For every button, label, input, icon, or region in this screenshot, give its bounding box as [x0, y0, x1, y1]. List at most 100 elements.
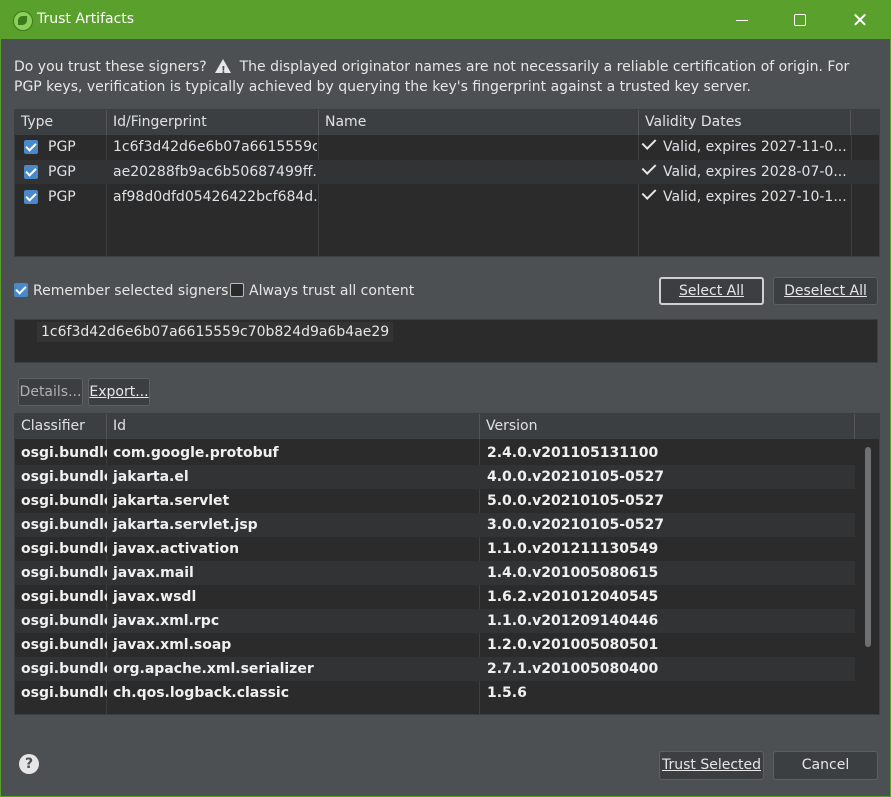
check-icon	[641, 185, 657, 200]
trust-message: Do you trust these signers? The displaye…	[14, 57, 879, 97]
details-button[interactable]: Details...	[18, 378, 83, 406]
artifact-version: 1.5.6	[487, 685, 527, 701]
artifact-row[interactable]: osgi.bundle javax.xml.rpc 1.1.0.v201209140…	[15, 609, 879, 633]
column-type[interactable]: Type	[15, 110, 107, 135]
signer-name	[319, 160, 637, 184]
signer-validity: Valid, expires 2027-11-0...	[639, 135, 851, 159]
maximize-icon	[793, 14, 806, 26]
signer-checkbox[interactable]	[24, 165, 38, 179]
artifact-classifier: osgi.bundle	[21, 493, 107, 509]
artifact-row[interactable]: osgi.bundle ch.qos.logback.classic 1.5.6	[15, 681, 879, 705]
export-button[interactable]: Export...	[88, 378, 150, 406]
artifact-id: com.google.protobuf	[113, 445, 279, 461]
artifact-version: 1.1.0.v201209140446	[487, 613, 659, 629]
artifact-classifier: osgi.bundle	[21, 589, 107, 605]
column-validity[interactable]: Validity Dates	[639, 110, 851, 135]
artifact-classifier: osgi.bundle	[21, 517, 107, 533]
signer-row[interactable]: PGP 1c6f3d42d6e6b07a6615559c... Valid, e…	[15, 135, 879, 159]
scrollbar-thumb[interactable]	[865, 447, 871, 647]
artifact-version: 1.2.0.v201005080501	[487, 637, 659, 653]
artifact-version: 1.4.0.v201005080615	[487, 565, 659, 581]
select-all-button[interactable]: Select All	[659, 277, 764, 305]
signer-validity: Valid, expires 2028-07-0...	[639, 160, 851, 184]
cancel-button[interactable]: Cancel	[773, 751, 878, 780]
signer-row[interactable]: PGP ae20288fb9ac6b50687499ff... Valid, e…	[15, 160, 879, 184]
artifact-version: 1.1.0.v201211130549	[487, 541, 659, 557]
artifact-classifier: osgi.bundle	[21, 637, 107, 653]
trust-artifacts-dialog: Trust Artifacts ✕ Do you trust these sig…	[0, 0, 891, 797]
minimize-button[interactable]	[719, 1, 765, 39]
window-title: Trust Artifacts	[37, 11, 135, 27]
signer-validity: Valid, expires 2027-10-1...	[639, 185, 851, 209]
message-question: Do you trust these signers?	[14, 59, 207, 75]
artifact-version: 2.4.0.v201105131100	[487, 445, 659, 461]
artifact-classifier: osgi.bundle	[21, 469, 107, 485]
column-name[interactable]: Name	[319, 110, 639, 135]
artifact-row[interactable]: osgi.bundle org.apache.xml.serializer 2.7.…	[15, 657, 879, 681]
remember-signers-checkbox[interactable]: Remember selected signers	[14, 283, 228, 299]
artifact-version: 3.0.0.v20210105-0527	[487, 517, 665, 533]
artifact-id: org.apache.xml.serializer	[113, 661, 314, 677]
signer-name	[319, 185, 637, 209]
column-id[interactable]: Id	[107, 414, 480, 439]
artifact-row[interactable]: osgi.bundle javax.wsdl 1.6.2.v201012040545	[15, 585, 879, 609]
signers-table: Type Id/Fingerprint Name Validity Dates …	[14, 109, 880, 257]
signer-type: PGP	[48, 164, 76, 180]
check-icon	[641, 160, 657, 175]
artifact-id: javax.xml.soap	[113, 637, 232, 653]
signer-type: PGP	[48, 139, 76, 155]
artifact-row[interactable]: osgi.bundle jakarta.el 4.0.0.v20210105-052…	[15, 465, 879, 489]
artifact-version: 5.0.0.v20210105-0527	[487, 493, 665, 509]
artifact-classifier: osgi.bundle	[21, 445, 107, 461]
eclipse-app-icon	[13, 11, 33, 31]
deselect-all-button[interactable]: Deselect All	[773, 277, 878, 305]
artifact-row[interactable]: osgi.bundle javax.mail 1.4.0.v201005080615	[15, 561, 879, 585]
minimize-icon	[736, 19, 748, 21]
artifact-version: 2.7.1.v201005080400	[487, 661, 659, 677]
fingerprint-field[interactable]: 1c6f3d42d6e6b07a6615559c70b824d9a6b4ae29	[14, 319, 878, 363]
fingerprint-value[interactable]: 1c6f3d42d6e6b07a6615559c70b824d9a6b4ae29	[37, 322, 394, 342]
signer-row[interactable]: PGP af98d0dfd05426422bcf684d... Valid, e…	[15, 185, 879, 209]
artifact-classifier: osgi.bundle	[21, 565, 107, 581]
warning-icon	[215, 59, 232, 81]
artifact-id: javax.mail	[113, 565, 194, 581]
check-icon	[641, 135, 657, 150]
artifact-classifier: osgi.bundle	[21, 541, 107, 557]
artifact-id: javax.activation	[113, 541, 240, 557]
column-classifier[interactable]: Classifier	[15, 414, 107, 439]
checkbox-checked-icon	[14, 283, 28, 297]
artifact-id: ch.qos.logback.classic	[113, 685, 290, 701]
always-trust-checkbox[interactable]: Always trust all content	[230, 283, 414, 299]
artifact-version: 4.0.0.v20210105-0527	[487, 469, 665, 485]
artifact-classifier: osgi.bundle	[21, 685, 107, 701]
artifact-id: jakarta.servlet.jsp	[113, 517, 258, 533]
column-version[interactable]: Version	[480, 414, 855, 439]
signer-checkbox[interactable]	[24, 140, 38, 154]
signer-checkbox[interactable]	[24, 190, 38, 204]
column-fingerprint[interactable]: Id/Fingerprint	[107, 110, 319, 135]
artifact-classifier: osgi.bundle	[21, 613, 107, 629]
artifact-id: javax.wsdl	[113, 589, 197, 605]
artifact-row[interactable]: osgi.bundle com.google.protobuf 2.4.0.v201…	[15, 441, 879, 465]
artifact-row[interactable]: osgi.bundle javax.xml.soap 1.2.0.v20100508…	[15, 633, 879, 657]
artifacts-scrollbar[interactable]	[855, 439, 879, 714]
artifact-classifier: osgi.bundle	[21, 661, 107, 677]
close-button[interactable]: ✕	[837, 1, 883, 39]
artifact-id: jakarta.servlet	[113, 493, 230, 509]
artifact-row[interactable]: osgi.bundle javax.activation 1.1.0.v201211…	[15, 537, 879, 561]
signer-type: PGP	[48, 189, 76, 205]
checkbox-unchecked-icon	[230, 283, 244, 297]
maximize-button[interactable]	[779, 1, 825, 39]
close-icon: ✕	[851, 8, 869, 32]
artifacts-table: Classifier Id Version osgi.bundle com.goo…	[14, 413, 880, 715]
title-bar: Trust Artifacts ✕	[1, 1, 890, 39]
artifact-row[interactable]: osgi.bundle jakarta.servlet.jsp 3.0.0.v202…	[15, 513, 879, 537]
artifacts-table-header: Classifier Id Version	[15, 414, 879, 440]
signer-fingerprint: af98d0dfd05426422bcf684d...	[113, 189, 317, 205]
trust-selected-button[interactable]: Trust Selected	[659, 751, 764, 780]
artifact-id: javax.xml.rpc	[113, 613, 220, 629]
signer-fingerprint: ae20288fb9ac6b50687499ff...	[113, 164, 317, 180]
artifact-row[interactable]: osgi.bundle jakarta.servlet 5.0.0.v2021010…	[15, 489, 879, 513]
artifact-version: 1.6.2.v201012040545	[487, 589, 659, 605]
help-icon[interactable]: ?	[19, 754, 39, 774]
